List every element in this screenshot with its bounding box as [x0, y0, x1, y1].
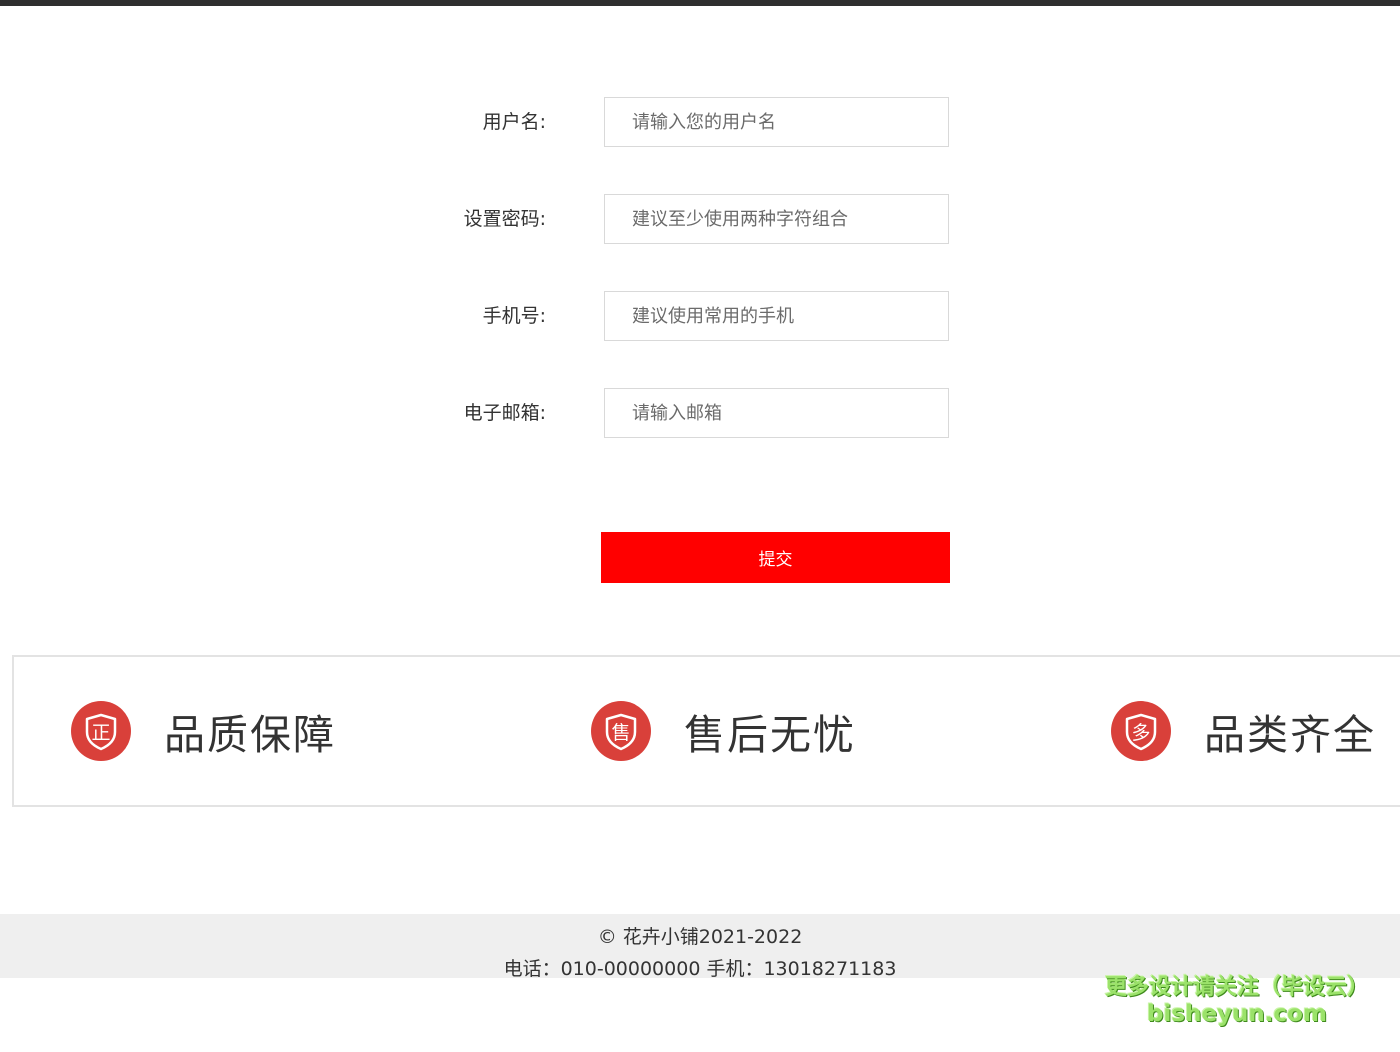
- phone-label: 手机号:: [482, 305, 546, 327]
- feature-quality-label: 品质保障: [164, 711, 336, 759]
- username-label: 用户名:: [482, 111, 546, 133]
- duo-glyph: 多: [1131, 722, 1150, 744]
- watermark: 更多设计请关注（毕设云） bisheyun.com: [1102, 974, 1372, 1028]
- watermark-line2: bisheyun.com: [1147, 1001, 1327, 1027]
- shou-glyph: 售: [611, 722, 630, 744]
- submit-button[interactable]: 提交: [601, 532, 950, 583]
- shou-badge-icon: 售: [591, 701, 651, 761]
- feature-variety-label: 品类齐全: [1204, 711, 1376, 759]
- feature-aftersales: 售 售后无忧: [591, 657, 856, 805]
- password-row: 设置密码:: [0, 194, 1400, 244]
- top-bar: [0, 0, 1400, 6]
- password-label: 设置密码:: [463, 208, 546, 230]
- duo-badge-icon: 多: [1111, 701, 1171, 761]
- feature-bar: 正 品质保障 售 售后无忧 多 品类齐全: [12, 655, 1400, 807]
- email-row: 电子邮箱:: [0, 388, 1400, 438]
- phone-input[interactable]: [604, 291, 949, 341]
- username-input[interactable]: [604, 97, 949, 147]
- feature-variety: 多 品类齐全: [1111, 657, 1376, 805]
- email-input[interactable]: [604, 388, 949, 438]
- email-label: 电子邮箱:: [463, 402, 546, 424]
- username-row: 用户名:: [0, 97, 1400, 147]
- zheng-glyph: 正: [91, 722, 110, 744]
- feature-quality: 正 品质保障: [71, 657, 336, 805]
- footer: © 花卉小铺2021-2022 电话：010-00000000 手机：13018…: [0, 914, 1400, 980]
- watermark-line1: 更多设计请关注（毕设云）: [1104, 975, 1369, 1000]
- phone-row: 手机号:: [0, 291, 1400, 341]
- footer-copyright: © 花卉小铺2021-2022: [597, 926, 803, 948]
- zheng-badge-icon: 正: [71, 701, 131, 761]
- password-input[interactable]: [604, 194, 949, 244]
- feature-aftersales-label: 售后无忧: [684, 711, 856, 759]
